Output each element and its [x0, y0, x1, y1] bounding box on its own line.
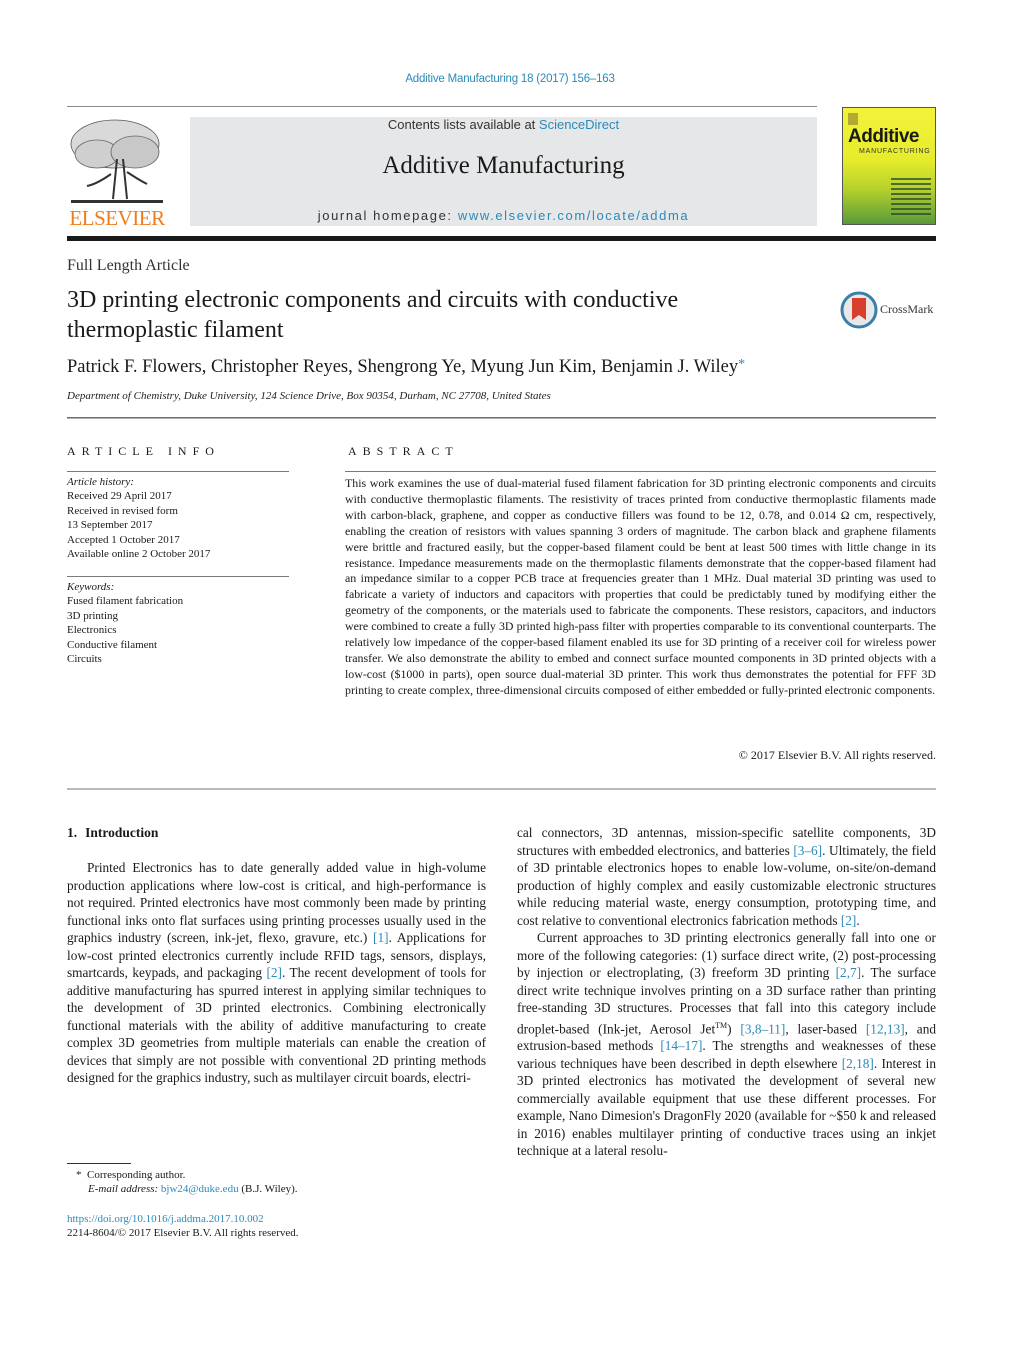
- email-footnote: E-mail address: bjw24@duke.edu (B.J. Wil…: [88, 1182, 298, 1196]
- footnote-rule: [67, 1163, 131, 1164]
- footnote-marker: *: [76, 1169, 82, 1181]
- keyword-item: Circuits: [67, 653, 102, 666]
- text-run: ): [727, 1020, 741, 1036]
- text-run: .: [856, 912, 860, 928]
- contents-prefix: Contents lists available at: [387, 117, 539, 132]
- crossmark-button[interactable]: CrossMark: [840, 290, 940, 330]
- history-item: Accepted 1 October 2017: [67, 533, 180, 546]
- history-label: Article history:: [67, 476, 134, 488]
- article-title: 3D printing electronic components and ci…: [67, 287, 679, 343]
- cover-title: Additive: [848, 126, 919, 147]
- body-column-right: cal connectors, 3D antennas, mission-spe…: [517, 824, 936, 1160]
- journal-title: Additive Manufacturing: [382, 152, 625, 179]
- text-run: . The recent development of tools for ad…: [67, 965, 486, 1085]
- header-rule: [67, 106, 817, 107]
- elsevier-logo-text: ELSEVIER: [69, 206, 165, 230]
- citation-link[interactable]: [14–17]: [660, 1038, 702, 1053]
- email-label: E-mail address:: [88, 1183, 161, 1195]
- corresponding-text: Corresponding author.: [87, 1169, 186, 1181]
- article-info-rule: [67, 471, 289, 472]
- journal-cover-image[interactable]: Additive MANUFACTURING: [842, 107, 936, 225]
- crossmark-label: CrossMark: [880, 302, 934, 316]
- paragraph: Current approaches to 3D printing electr…: [517, 929, 936, 1160]
- abstract-heading: ABSTRACT: [348, 444, 459, 458]
- cover-subtitle: MANUFACTURING: [859, 148, 931, 155]
- trademark-superscript: TM: [715, 1020, 728, 1030]
- keyword-item: Fused filament fabrication: [67, 595, 184, 608]
- abstract-text: This work examines the use of dual-mater…: [345, 476, 936, 697]
- text-run: , laser-based: [785, 1020, 866, 1036]
- doi-link[interactable]: https://doi.org/10.1016/j.addma.2017.10.…: [67, 1213, 264, 1225]
- history-item: Received 29 April 2017: [67, 490, 172, 503]
- citation-link[interactable]: [1]: [373, 930, 389, 945]
- paragraph: Printed Electronics has to date generall…: [67, 859, 486, 1087]
- sciencedirect-link[interactable]: ScienceDirect: [539, 117, 619, 132]
- citation-link[interactable]: [12,13]: [866, 1021, 905, 1036]
- body-column-left: Printed Electronics has to date generall…: [67, 859, 486, 1087]
- corresponding-footnote: * Corresponding author.: [76, 1168, 185, 1182]
- abstract-divider: [67, 788, 936, 790]
- history-item: 13 September 2017: [67, 519, 153, 532]
- affiliation: Department of Chemistry, Duke University…: [67, 390, 551, 402]
- cover-graphic: [891, 178, 931, 218]
- abstract-rule: [345, 471, 936, 472]
- keyword-item: 3D printing: [67, 609, 119, 622]
- keywords: Keywords: Fused filament fabrication 3D …: [67, 580, 289, 666]
- corresponding-author-marker[interactable]: *: [738, 357, 745, 372]
- journal-reference-link[interactable]: Additive Manufacturing 18 (2017) 156–163: [0, 73, 1020, 85]
- citation-link[interactable]: [2]: [266, 965, 282, 980]
- journal-masthead: Contents lists available at ScienceDirec…: [190, 117, 817, 226]
- citation-link[interactable]: [2,18]: [842, 1056, 874, 1071]
- title-divider: [67, 417, 936, 419]
- text-run: . Interest in 3D printed electronics has…: [517, 1055, 937, 1159]
- keyword-item: Electronics: [67, 624, 117, 637]
- paragraph: cal connectors, 3D antennas, mission-spe…: [517, 824, 936, 929]
- masthead-rule: [67, 236, 936, 241]
- authors-text: Patrick F. Flowers, Christopher Reyes, S…: [67, 357, 739, 377]
- section-number: 1.: [67, 825, 78, 840]
- citation-link[interactable]: [3–6]: [793, 843, 822, 858]
- article-history: Article history: Received 29 April 2017 …: [67, 475, 289, 561]
- homepage-prefix: journal homepage:: [317, 208, 458, 223]
- cover-badge-icon: [848, 113, 858, 125]
- keywords-rule: [67, 576, 289, 577]
- citation-link[interactable]: [3,8–11]: [740, 1021, 785, 1036]
- contents-line: Contents lists available at ScienceDirec…: [190, 117, 817, 132]
- section-title: Introduction: [85, 825, 159, 840]
- homepage-line: journal homepage: www.elsevier.com/locat…: [190, 208, 817, 223]
- history-item: Available online 2 October 2017: [67, 548, 211, 561]
- email-suffix: (B.J. Wiley).: [238, 1183, 298, 1195]
- crossmark-icon: [840, 291, 878, 329]
- doi-line: https://doi.org/10.1016/j.addma.2017.10.…: [67, 1212, 264, 1226]
- history-item: Received in revised form: [67, 504, 178, 517]
- citation-link[interactable]: [2]: [841, 913, 857, 928]
- author-list: Patrick F. Flowers, Christopher Reyes, S…: [67, 357, 745, 378]
- abstract-copyright: © 2017 Elsevier B.V. All rights reserved…: [738, 748, 936, 762]
- journal-homepage-link[interactable]: www.elsevier.com/locate/addma: [458, 208, 689, 223]
- article-info-heading: ARTICLE INFO: [67, 444, 220, 458]
- article-type: Full Length Article: [67, 257, 190, 274]
- issn-copyright: 2214-8604/© 2017 Elsevier B.V. All right…: [67, 1227, 299, 1239]
- keywords-label: Keywords:: [67, 581, 115, 593]
- section-heading-introduction: 1. Introduction: [67, 825, 158, 841]
- email-link[interactable]: bjw24@duke.edu: [161, 1183, 239, 1195]
- keyword-item: Conductive filament: [67, 638, 158, 651]
- citation-link[interactable]: [2,7]: [836, 965, 861, 980]
